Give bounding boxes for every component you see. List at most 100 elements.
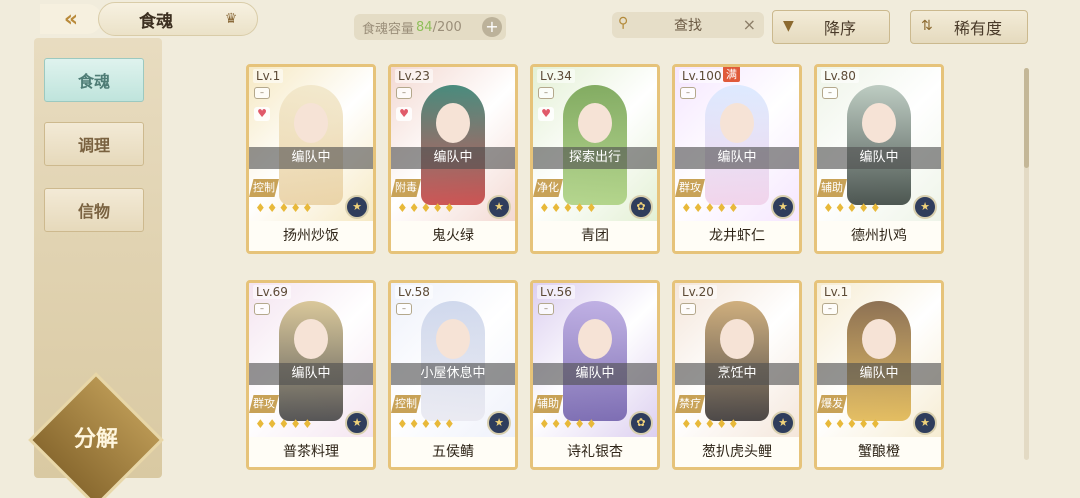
character-face [294,319,328,359]
food-soul-card[interactable]: Lv.23 – ♥ 编队中 附毒 ♦♦♦♦♦ ★ 鬼火绿 [388,64,518,254]
lock-icon[interactable]: – [396,303,412,315]
character-face [294,103,328,143]
card-level: Lv.1 [253,69,284,83]
role-tag: 禁疗 [675,395,705,413]
element-badge-icon: ★ [913,195,937,219]
character-face [436,319,470,359]
search-icon: ⚲ [618,15,629,31]
card-level: Lv.100 [679,69,725,83]
back-button[interactable]: « [40,4,102,34]
page-title-tab: 食魂 ♛ [98,2,258,36]
card-name: 诗礼银杏 [533,437,657,467]
card-status: 探索出行 [533,147,657,169]
role-tag: 群攻 [249,395,279,413]
clear-search-button[interactable]: × [743,15,756,34]
food-soul-card[interactable]: Lv.1 – ♥ 编队中 控制 ♦♦♦♦♦ ★ 扬州炒饭 [246,64,376,254]
element-badge-icon: ★ [913,411,937,435]
food-soul-card[interactable]: Lv.69 – 编队中 群攻 ♦♦♦♦♦ ★ 普茶料理 [246,280,376,470]
page-title: 食魂 [139,11,173,32]
element-badge-icon: ★ [345,411,369,435]
lock-icon[interactable]: – [254,87,270,99]
element-badge-icon: ★ [487,411,511,435]
max-level-tag: 满 [723,67,740,82]
lock-icon[interactable]: – [538,303,554,315]
card-name: 葱扒虎头鲤 [675,437,799,467]
card-name: 五侯鲭 [391,437,515,467]
food-soul-card[interactable]: Lv.34 – ♥ 探索出行 净化 ♦♦♦♦♦ ✿ 青团 [530,64,660,254]
star-rating: ♦♦♦♦♦ [397,417,456,431]
card-level: Lv.1 [821,285,852,299]
card-level: Lv.34 [537,69,575,83]
search-input[interactable]: ⚲ 查找 × [612,12,764,38]
food-soul-card[interactable]: Lv.56 – 编队中 辅助 ♦♦♦♦♦ ✿ 诗礼银杏 [530,280,660,470]
sidebar-item-tokens[interactable]: 信物 [44,188,144,232]
character-face [720,319,754,359]
add-capacity-button[interactable]: + [482,17,502,37]
card-level: Lv.58 [395,285,433,299]
lock-icon[interactable]: – [680,87,696,99]
character-face [720,103,754,143]
card-level: Lv.80 [821,69,859,83]
sort-order-button[interactable]: ▼ 降序 [772,10,890,44]
lock-icon[interactable]: – [254,303,270,315]
card-level: Lv.56 [537,285,575,299]
role-tag: 附毒 [391,179,421,197]
role-tag: 控制 [249,179,279,197]
star-rating: ♦♦♦♦♦ [255,417,314,431]
card-status: 编队中 [675,147,799,169]
card-name: 鬼火绿 [391,221,515,251]
food-soul-card[interactable]: Lv.100 满 – 编队中 群攻 ♦♦♦♦♦ ★ 龙井虾仁 [672,64,802,254]
sort-order-label: 降序 [823,19,856,38]
card-name: 蟹酿橙 [817,437,941,467]
card-status: 编队中 [817,147,941,169]
star-rating: ♦♦♦♦♦ [681,201,740,215]
star-rating: ♦♦♦♦♦ [539,201,598,215]
role-tag: 爆发 [817,395,847,413]
lock-icon[interactable]: – [822,303,838,315]
sidebar-item-label: 调理 [77,136,110,155]
card-level: Lv.23 [395,69,433,83]
role-tag: 控制 [391,395,421,413]
star-rating: ♦♦♦♦♦ [539,417,598,431]
triangle-down-icon: ▼ [783,18,794,34]
search-placeholder: 查找 [674,18,702,34]
crown-icon[interactable]: ♛ [221,11,241,27]
sort-key-button[interactable]: ⇅ 稀有度 [910,10,1028,44]
lock-icon[interactable]: – [396,87,412,99]
element-badge-icon: ✿ [629,411,653,435]
card-status: 编队中 [533,363,657,385]
sidebar-item-food-souls[interactable]: 食魂 [44,58,144,102]
grid-scrollbar[interactable] [1024,68,1029,460]
food-soul-card[interactable]: Lv.58 – 小屋休息中 控制 ♦♦♦♦♦ ★ 五侯鲭 [388,280,518,470]
food-soul-card[interactable]: Lv.20 – 烹饪中 禁疗 ♦♦♦♦♦ ★ 葱扒虎头鲤 [672,280,802,470]
lock-icon[interactable]: – [822,87,838,99]
character-face [578,103,612,143]
role-tag: 辅助 [533,395,563,413]
element-badge-icon: ★ [345,195,369,219]
capacity-display: 食魂容量 84 /200 + [354,14,506,40]
scrollbar-thumb[interactable] [1024,68,1029,168]
sidebar-item-label: 信物 [77,202,110,221]
top-bar: « 食魂 ♛ 食魂容量 84 /200 + ⚲ 查找 × ▼ 降序 ⇅ 稀有度 [0,0,1080,52]
lock-icon[interactable]: – [538,87,554,99]
food-soul-card[interactable]: Lv.80 – 编队中 辅助 ♦♦♦♦♦ ★ 德州扒鸡 [814,64,944,254]
card-level: Lv.20 [679,285,717,299]
star-rating: ♦♦♦♦♦ [823,417,882,431]
element-badge-icon: ★ [771,195,795,219]
character-face [862,319,896,359]
card-name: 普茶料理 [249,437,373,467]
heart-icon: ♥ [538,107,554,121]
card-status: 烹饪中 [675,363,799,385]
lock-icon[interactable]: – [680,303,696,315]
card-status: 小屋休息中 [391,363,515,385]
heart-icon: ♥ [396,107,412,121]
element-badge-icon: ★ [487,195,511,219]
sidebar-item-cooking[interactable]: 调理 [44,122,144,166]
decompose-label: 分解 [73,427,118,452]
back-arrow-icon: « [63,6,79,32]
sort-key-label: 稀有度 [953,19,1002,38]
food-soul-card[interactable]: Lv.1 – 编队中 爆发 ♦♦♦♦♦ ★ 蟹酿橙 [814,280,944,470]
card-status: 编队中 [817,363,941,385]
card-name: 龙井虾仁 [675,221,799,251]
character-face [578,319,612,359]
